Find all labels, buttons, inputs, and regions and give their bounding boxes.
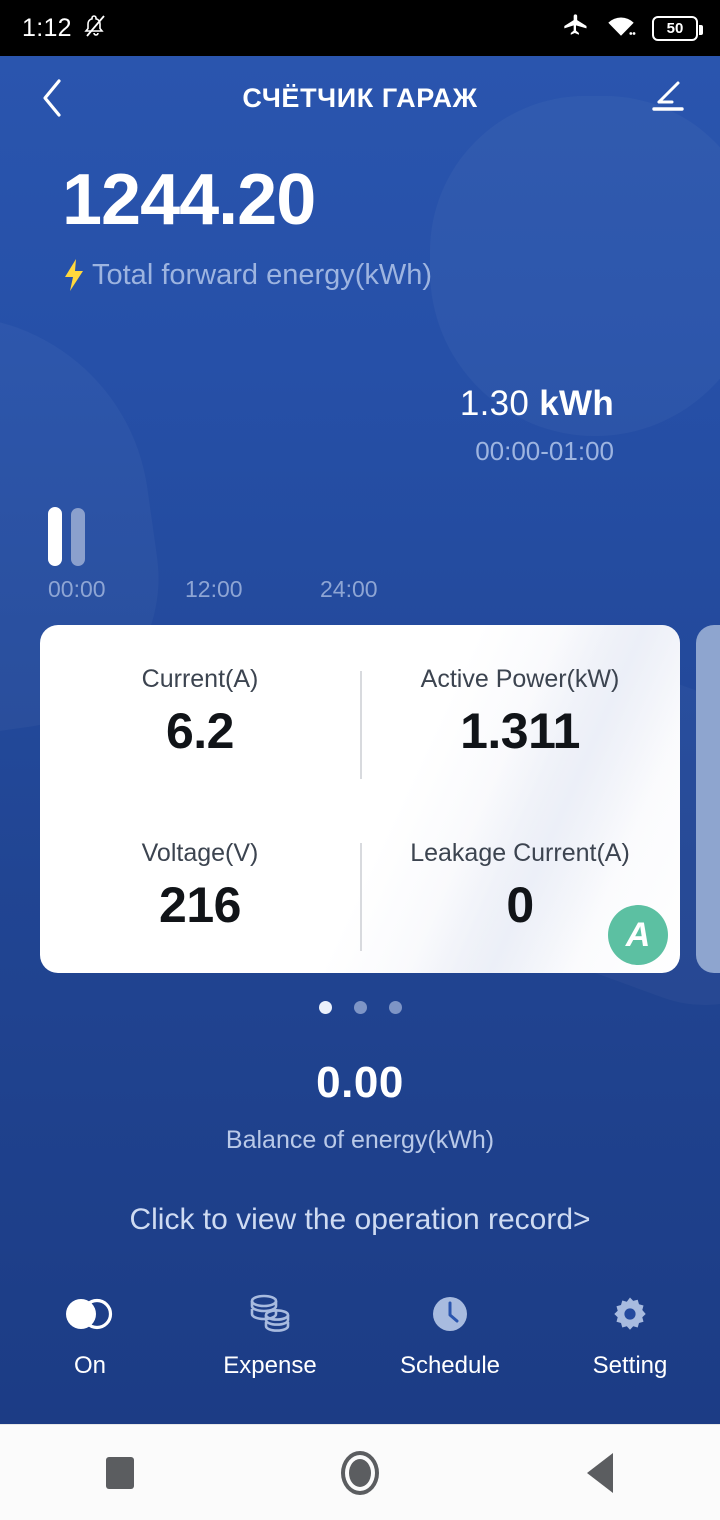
app-bar: СЧЁТЧИК ГАРАЖ [0, 56, 720, 140]
metric-label: Active Power(kW) [420, 664, 620, 693]
bottom-nav: On Expense Schedule Setting [0, 1274, 720, 1424]
home-button[interactable] [300, 1450, 420, 1495]
nav-label: Schedule [399, 1352, 501, 1379]
total-energy-label: Total forward energy(kWh) [92, 258, 433, 291]
metric-label: Current(A) [141, 664, 259, 693]
axis-tick-label: 12:00 [185, 576, 243, 602]
metrics-card[interactable]: Current(A) 6.2 Active Power(kW) 1.311 Vo… [40, 625, 680, 973]
airplane-mode-icon [562, 12, 590, 45]
pagination-dot-1[interactable] [318, 1001, 332, 1014]
metrics-grid: Current(A) 6.2 Active Power(kW) 1.311 Vo… [40, 625, 680, 973]
metric-voltage: Voltage(V) 216 [40, 799, 360, 973]
pagination-dot-2[interactable] [353, 1001, 367, 1014]
clock-icon [429, 1292, 471, 1336]
chart-bar-selected[interactable] [48, 507, 62, 566]
main-content: СЧЁТЧИК ГАРАЖ 1244.20 Total forward ener… [0, 56, 720, 1424]
status-bar-right: 50 [562, 12, 703, 45]
nav-item-setting[interactable]: Setting [540, 1292, 720, 1380]
metric-active-power: Active Power(kW) 1.311 [360, 625, 680, 799]
axis-tick-label: 24:00 [320, 576, 378, 602]
nav-item-on[interactable]: On [0, 1292, 180, 1380]
chart-readout-number: 1.30 [459, 384, 530, 423]
total-energy-value: 1244.20 [62, 160, 316, 240]
chart-readout-range: 00:00-01:00 [475, 436, 614, 466]
status-bar-clock: 1:12 [22, 13, 72, 42]
app-root: 1:12 50 СЧЁТЧИК ГАРАЖ 1244.20 Total forw… [0, 0, 720, 1520]
recents-square-icon [106, 1456, 134, 1489]
metric-current: Current(A) 6.2 [40, 625, 360, 799]
metric-value: 216 [159, 876, 241, 933]
pagination-dot-3[interactable] [388, 1001, 402, 1014]
coins-icon [246, 1292, 294, 1336]
lightning-bolt-icon [62, 258, 86, 292]
back-button[interactable] [30, 76, 74, 120]
nav-label: Setting [592, 1352, 668, 1379]
nav-label: Expense [223, 1352, 317, 1379]
metric-value: 6.2 [165, 702, 235, 759]
balance-section: 0.00 Balance of energy(kWh) [0, 1058, 720, 1155]
gear-icon [608, 1292, 652, 1336]
phase-a-badge: A [608, 905, 668, 965]
nav-label: On [73, 1352, 106, 1379]
battery-icon: 50 [652, 15, 703, 41]
axis-tick-label: 00:00 [48, 576, 106, 602]
metric-value: 0 [506, 876, 534, 933]
wifi-icon [606, 13, 636, 44]
chart-bar[interactable] [71, 508, 85, 566]
carousel-pagination[interactable] [0, 1001, 720, 1014]
chart-readout-unit: kWh [539, 384, 614, 423]
energy-chart[interactable]: 1.30 kWh 00:00-01:00 00:00 12:00 24:00 [0, 334, 720, 603]
chart-readout: 1.30 kWh 00:00-01:00 [460, 384, 614, 467]
status-bar-left: 1:12 [22, 13, 108, 44]
chart-bars[interactable] [48, 334, 85, 566]
chevron-left-icon [39, 76, 65, 120]
bell-off-icon [84, 13, 108, 44]
metric-label: Leakage Current(A) [410, 838, 630, 867]
chart-x-axis: 00:00 12:00 24:00 [48, 576, 672, 603]
balance-value: 0.00 [316, 1058, 404, 1107]
metrics-carousel[interactable]: Current(A) 6.2 Active Power(kW) 1.311 Vo… [0, 625, 720, 973]
home-circle-icon [341, 1450, 379, 1495]
hero-section: 1244.20 Total forward energy(kWh) [0, 140, 720, 292]
balance-label: Balance of energy(kWh) [225, 1126, 495, 1154]
metric-label: Voltage(V) [141, 838, 259, 867]
metrics-card-next-peek[interactable] [696, 625, 720, 973]
page-title: СЧЁТЧИК ГАРАЖ [242, 82, 478, 113]
nav-item-schedule[interactable]: Schedule [360, 1292, 540, 1380]
status-bar: 1:12 50 [0, 0, 720, 56]
pencil-icon [646, 75, 688, 122]
chart-readout-value: 1.30 kWh [460, 384, 614, 424]
nav-item-expense[interactable]: Expense [180, 1292, 360, 1380]
edit-button[interactable] [644, 75, 690, 121]
recents-button[interactable] [60, 1456, 180, 1489]
android-navigation-bar [0, 1424, 720, 1520]
back-triangle-icon [587, 1452, 613, 1493]
chart-plot-area[interactable]: 1.30 kWh 00:00-01:00 [48, 334, 672, 566]
back-button-system[interactable] [540, 1452, 660, 1493]
operation-record-link[interactable]: Click to view the operation record> [0, 1203, 720, 1237]
toggle-on-icon [63, 1292, 117, 1336]
metric-value: 1.311 [460, 702, 580, 759]
total-energy-label-row: Total forward energy(kWh) [62, 258, 720, 292]
